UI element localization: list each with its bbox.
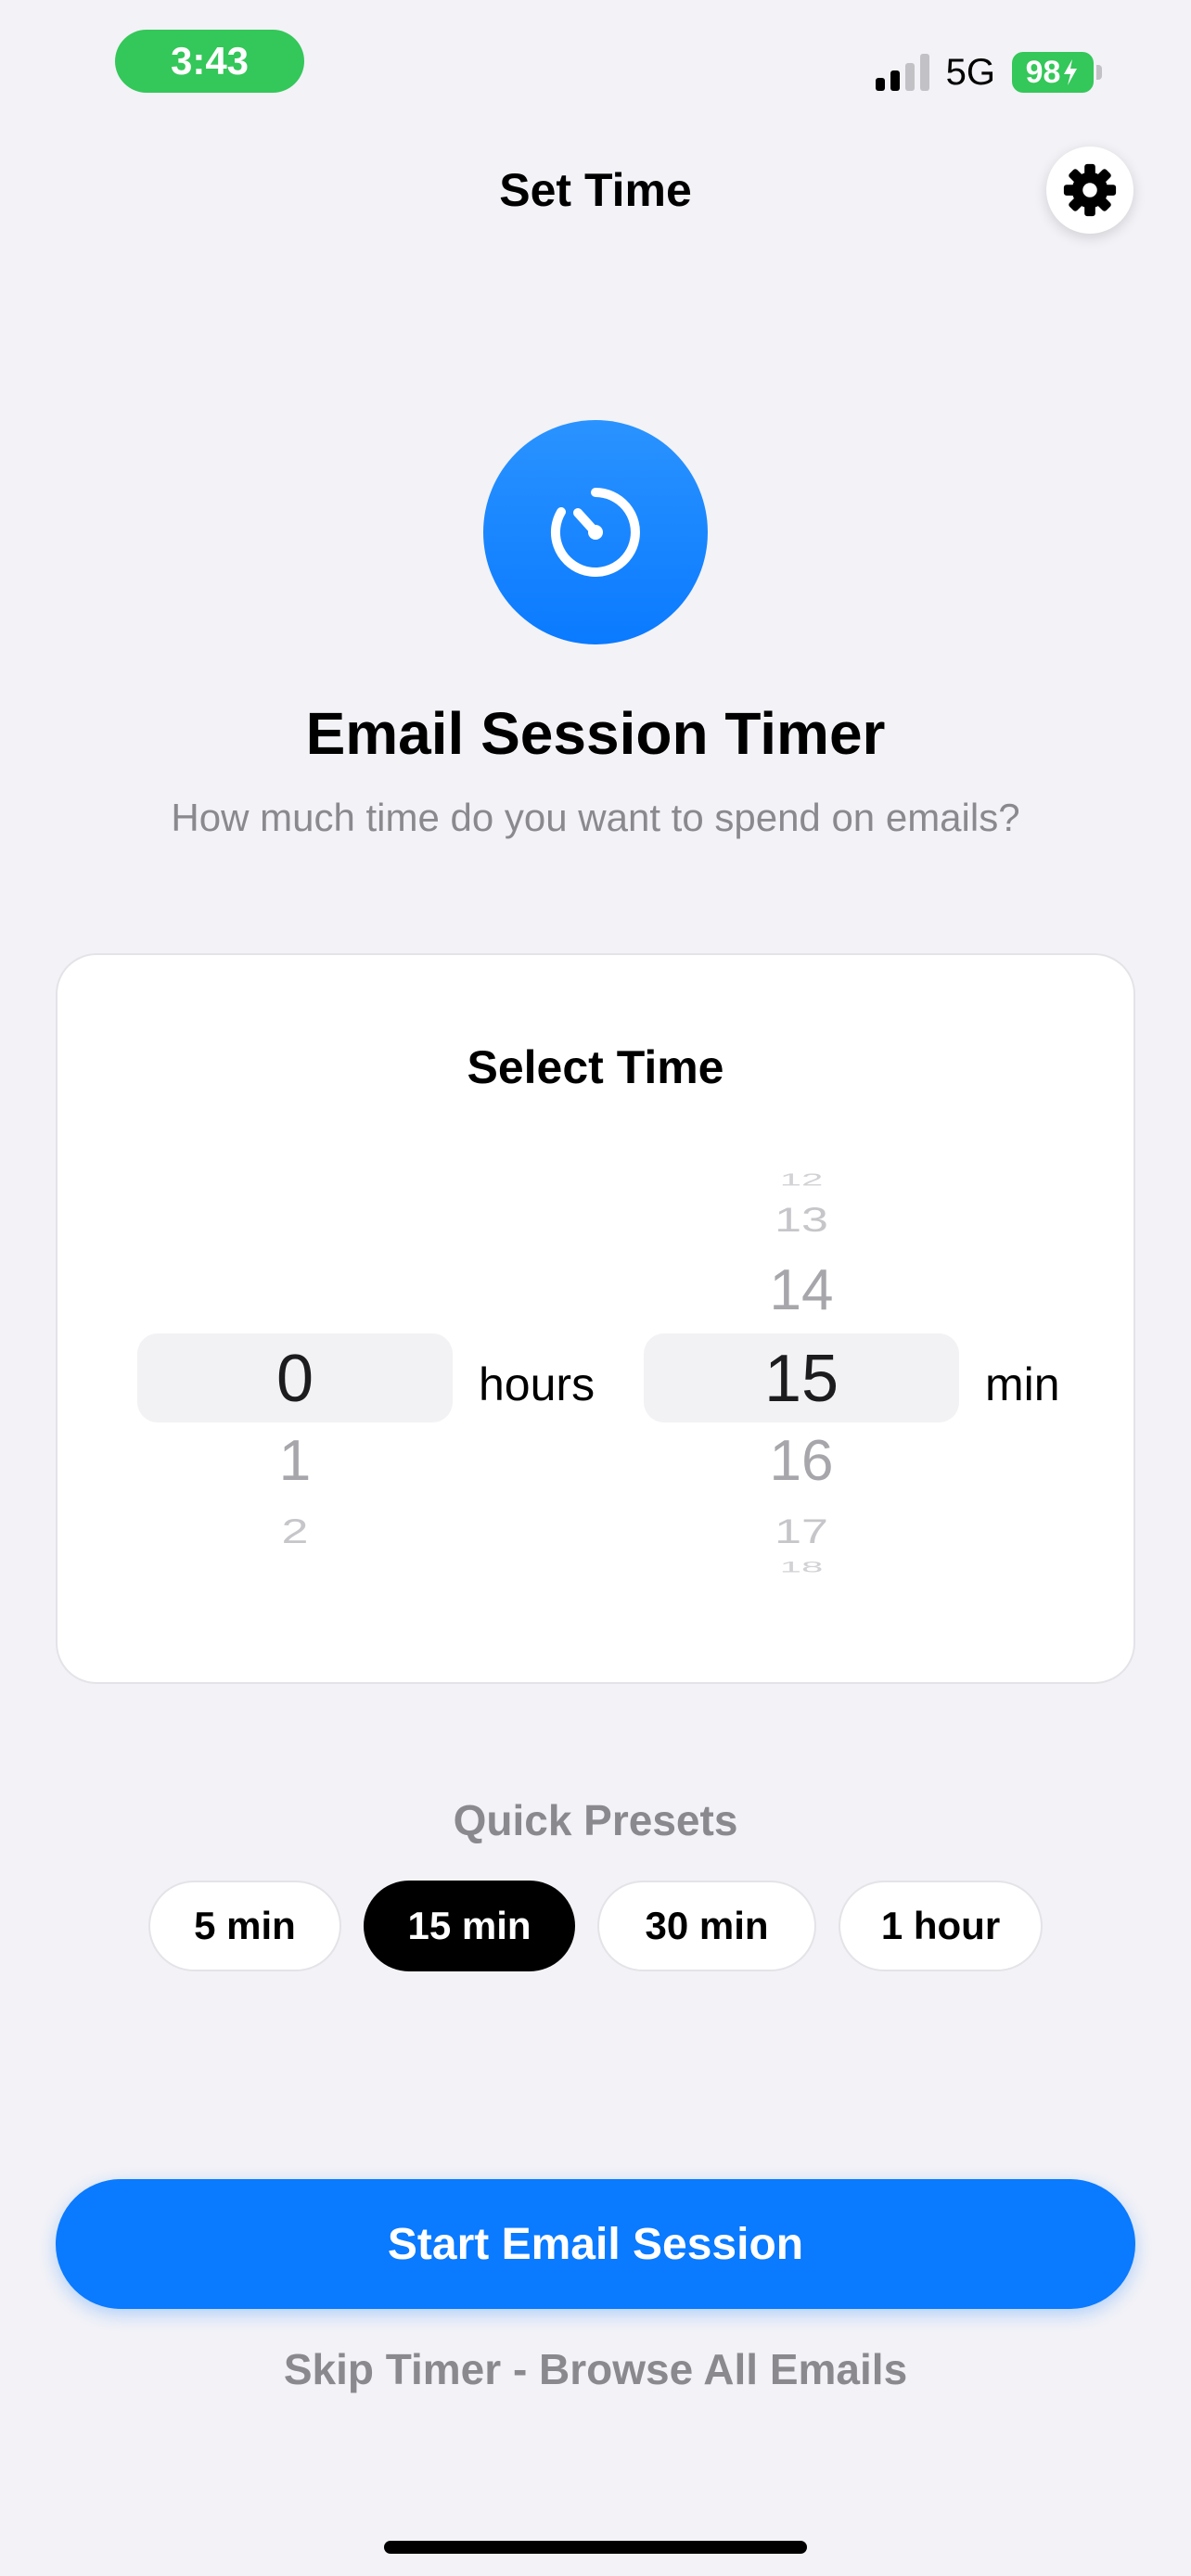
picker-title: Select Time xyxy=(467,1041,724,1093)
home-indicator[interactable] xyxy=(384,2541,807,2554)
preset-15-min-button[interactable]: 15 min xyxy=(364,1881,575,1971)
set-time-screen: 3:43 5G 98 Set Time Email Session Timer … xyxy=(0,0,1191,2576)
preset-label: 30 min xyxy=(645,1904,769,1947)
preset-label: 15 min xyxy=(407,1904,531,1947)
minutes-wheel-option[interactable]: 14 xyxy=(644,1257,959,1323)
preset-5-min-button[interactable]: 5 min xyxy=(148,1881,341,1971)
signal-icon xyxy=(875,54,929,91)
status-time: 3:43 xyxy=(115,30,304,93)
network-label: 5G xyxy=(945,51,995,93)
minutes-wheel-option[interactable]: 12 xyxy=(644,1169,959,1190)
preset-30-min-button[interactable]: 30 min xyxy=(597,1881,816,1971)
presets-label: Quick Presets xyxy=(453,1796,738,1844)
charging-bolt-icon xyxy=(1064,59,1078,85)
minutes-wheel-option[interactable]: 18 xyxy=(644,1558,959,1575)
page-title: Set Time xyxy=(499,164,692,216)
battery-icon: 98 xyxy=(1012,52,1102,93)
hero-title: Email Session Timer xyxy=(305,700,886,767)
battery-level: 98 xyxy=(1025,54,1061,90)
timer-badge xyxy=(483,420,708,644)
minutes-wheel-option[interactable]: 13 xyxy=(644,1200,959,1240)
preset-label: 1 hour xyxy=(880,1904,1001,1947)
preset-label: 5 min xyxy=(194,1904,296,1947)
status-time-label: 3:43 xyxy=(170,39,250,83)
hours-wheel-selected[interactable]: 0 xyxy=(137,1341,453,1417)
minutes-wheel-option[interactable]: 17 xyxy=(644,1511,959,1551)
minutes-unit-label: min xyxy=(985,1358,1060,1410)
skip-timer-link[interactable]: Skip Timer - Browse All Emails xyxy=(0,2344,1191,2394)
status-indicators: 5G 98 xyxy=(875,46,1102,98)
settings-button[interactable] xyxy=(1046,147,1133,234)
start-button-label: Start Email Session xyxy=(387,2219,804,2269)
minutes-wheel-selected[interactable]: 15 xyxy=(644,1341,959,1417)
hours-wheel-option[interactable]: 1 xyxy=(137,1428,453,1494)
hours-unit-label: hours xyxy=(479,1358,596,1410)
preset-1-hour-button[interactable]: 1 hour xyxy=(839,1881,1043,1971)
gear-icon xyxy=(1063,163,1117,217)
timer-icon xyxy=(550,488,640,577)
minutes-wheel-option[interactable]: 16 xyxy=(644,1428,959,1494)
hero-subtitle: How much time do you want to spend on em… xyxy=(171,796,1020,839)
time-picker-card: Select Time 0 1 2 hours 12 13 14 15 16 1… xyxy=(56,953,1135,1684)
start-email-session-button[interactable]: Start Email Session xyxy=(56,2179,1135,2309)
hours-wheel-option[interactable]: 2 xyxy=(137,1511,453,1551)
